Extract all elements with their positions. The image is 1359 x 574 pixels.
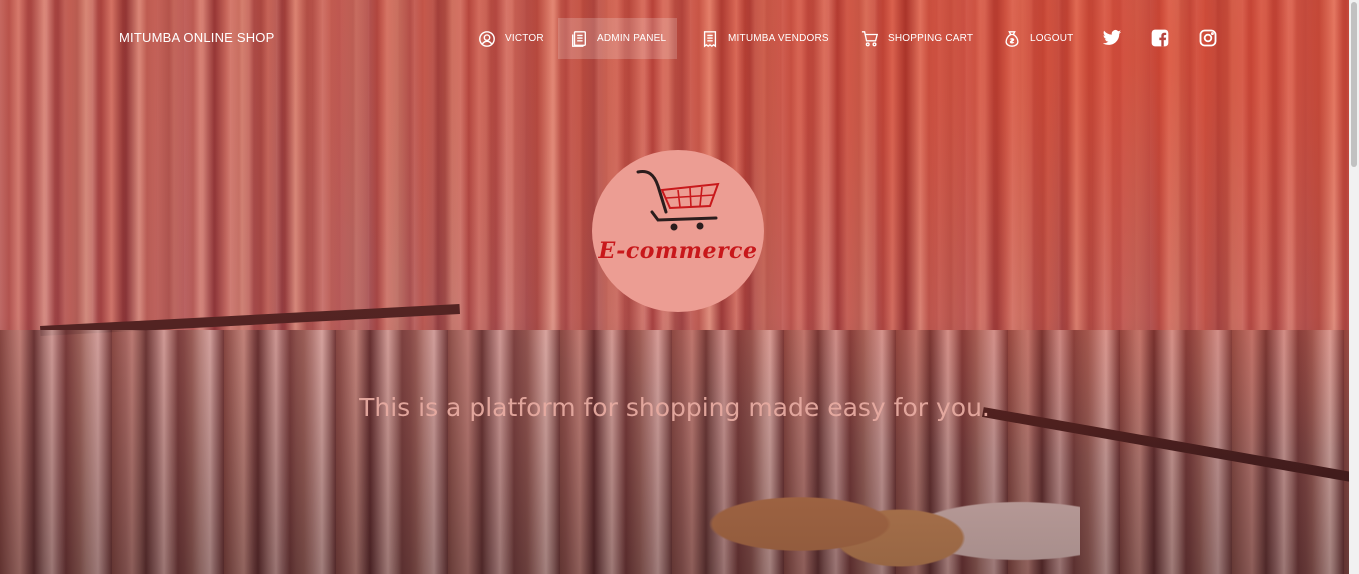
- scrollbar-thumb[interactable]: [1351, 2, 1357, 167]
- money-bag-icon: [1003, 30, 1021, 48]
- navbar: MITUMBA ONLINE SHOP VICTOR ADMIN PANEL M…: [0, 0, 1349, 76]
- hero-tagline: This is a platform for shopping made eas…: [359, 393, 990, 422]
- nav-mitumba-vendors[interactable]: MITUMBA VENDORS: [701, 18, 829, 59]
- facebook-icon[interactable]: [1150, 28, 1170, 48]
- ecommerce-logo: E-commerce: [592, 150, 764, 312]
- instagram-icon[interactable]: [1198, 28, 1218, 48]
- vertical-scrollbar[interactable]: [1349, 0, 1359, 574]
- nav-label-logout: LOGOUT: [1030, 33, 1074, 44]
- shopping-cart-icon: [861, 30, 879, 48]
- nav-user-victor[interactable]: VICTOR: [478, 18, 544, 59]
- nav-label-shopping-cart: SHOPPING CART: [888, 33, 974, 44]
- nav-logout[interactable]: LOGOUT: [1003, 18, 1073, 59]
- nav-shopping-cart[interactable]: SHOPPING CART: [861, 18, 973, 59]
- logo-text: E-commerce: [598, 238, 758, 264]
- nav-label-admin-panel: ADMIN PANEL: [597, 33, 667, 44]
- document-list-icon: [570, 30, 588, 48]
- twitter-icon[interactable]: [1102, 28, 1122, 48]
- user-circle-icon: [478, 30, 496, 48]
- nav-label-victor: VICTOR: [505, 33, 544, 44]
- nav-label-mitumba-vendors: MITUMBA VENDORS: [728, 33, 829, 44]
- nav-admin-panel[interactable]: ADMIN PANEL: [558, 18, 678, 59]
- brand-link[interactable]: MITUMBA ONLINE SHOP: [119, 30, 275, 45]
- document-icon: [701, 30, 719, 48]
